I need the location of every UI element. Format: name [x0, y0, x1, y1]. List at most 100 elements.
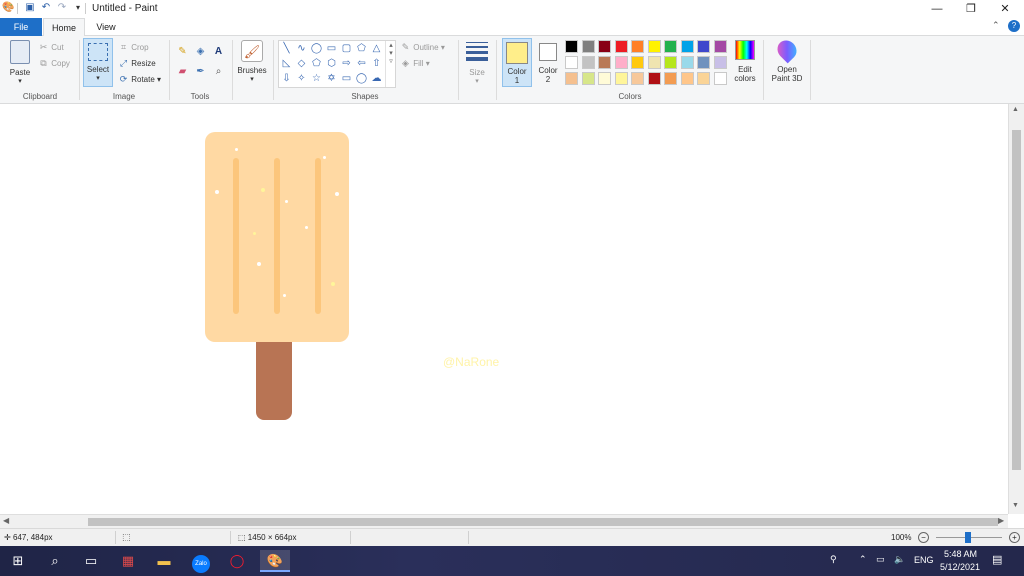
fill-bucket-icon[interactable]: ◈: [194, 45, 207, 58]
tab-file[interactable]: File: [0, 18, 42, 36]
open-paint3d-button[interactable]: Open Paint 3D: [768, 36, 806, 88]
callout-cloud-shape-icon[interactable]: ☁: [370, 72, 383, 85]
palette-swatch[interactable]: [614, 56, 628, 69]
clock-date[interactable]: 5/12/2021: [940, 562, 980, 572]
six-point-star-shape-icon[interactable]: ✡: [325, 72, 338, 85]
redo-icon[interactable]: ↷: [56, 2, 68, 14]
palette-swatch[interactable]: [713, 56, 727, 69]
oval-shape-icon[interactable]: ◯: [310, 42, 323, 55]
copy-button[interactable]: ⧉ Copy: [38, 57, 70, 69]
callout-rect-shape-icon[interactable]: ▭: [340, 72, 353, 85]
palette-swatch[interactable]: [565, 56, 578, 69]
speaker-icon[interactable]: 🔈: [894, 554, 905, 565]
brushes-button[interactable]: 🖌 Brushes ▾: [236, 40, 268, 88]
curve-shape-icon[interactable]: ∿: [295, 42, 308, 55]
palette-swatch[interactable]: [680, 40, 694, 53]
cut-button[interactable]: ✂ Cut: [38, 41, 64, 53]
rotate-button[interactable]: ⟳ Rotate ▾: [118, 73, 161, 85]
text-icon[interactable]: A: [212, 45, 225, 58]
drawing-canvas[interactable]: @NaRone: [0, 104, 1008, 514]
palette-swatch[interactable]: [664, 72, 677, 85]
triangle-shape-icon[interactable]: △: [370, 42, 383, 55]
five-point-star-shape-icon[interactable]: ☆: [310, 72, 323, 85]
left-arrow-shape-icon[interactable]: ⇦: [355, 57, 368, 70]
color1-button[interactable]: Color 1: [502, 38, 532, 87]
four-point-star-shape-icon[interactable]: ✧: [295, 72, 308, 85]
palette-swatch[interactable]: [598, 56, 611, 69]
palette-swatch[interactable]: [647, 40, 661, 53]
shapes-scroll[interactable]: ▴ ▾ ▿: [385, 41, 396, 87]
vertical-scrollbar[interactable]: ▲ ▼: [1008, 104, 1024, 514]
outline-button[interactable]: ✎ Outline ▾: [400, 41, 445, 53]
polygon-shape-icon[interactable]: ⬠: [355, 42, 368, 55]
palette-swatch[interactable]: [713, 72, 727, 85]
palette-swatch[interactable]: [614, 40, 628, 53]
down-arrow-shape-icon[interactable]: ⇩: [280, 72, 293, 85]
network-icon[interactable]: ▭: [876, 554, 885, 565]
store-icon[interactable]: ▦: [116, 550, 140, 572]
minimize-ribbon-icon[interactable]: ⌃: [992, 20, 1004, 32]
restore-button[interactable]: ❐: [954, 0, 988, 18]
palette-swatch[interactable]: [614, 72, 628, 85]
magnifier-icon[interactable]: ⌕: [212, 65, 225, 78]
vertical-scroll-thumb[interactable]: [1012, 130, 1021, 470]
scroll-up-icon[interactable]: ▲: [1012, 106, 1019, 113]
horizontal-scroll-thumb[interactable]: [88, 518, 998, 526]
tab-home[interactable]: Home: [43, 18, 85, 36]
search-icon[interactable]: ⌕: [43, 550, 67, 572]
color-picker-icon[interactable]: ✒: [194, 65, 207, 78]
color2-button[interactable]: Color 2: [535, 38, 561, 87]
undo-icon[interactable]: ↶: [40, 2, 52, 14]
select-button[interactable]: Select ▾: [83, 38, 113, 87]
zoom-in-button[interactable]: +: [1009, 532, 1020, 543]
line-shape-icon[interactable]: ╲: [280, 42, 293, 55]
palette-swatch[interactable]: [697, 56, 710, 69]
right-triangle-shape-icon[interactable]: ◺: [280, 57, 293, 70]
close-button[interactable]: ✕: [988, 0, 1022, 18]
palette-swatch[interactable]: [713, 40, 727, 53]
palette-swatch[interactable]: [680, 56, 694, 69]
hexagon-shape-icon[interactable]: ⬡: [325, 57, 338, 70]
size-button[interactable]: Size ▾: [464, 40, 490, 88]
palette-swatch[interactable]: [598, 72, 611, 85]
save-icon[interactable]: ▣: [24, 2, 36, 14]
horizontal-scrollbar[interactable]: ◀ ▶: [0, 514, 1008, 528]
palette-swatch[interactable]: [581, 40, 595, 53]
pentagon-shape-icon[interactable]: ⬠: [310, 57, 323, 70]
rectangle-shape-icon[interactable]: ▭: [325, 42, 338, 55]
pencil-icon[interactable]: ✎: [176, 45, 189, 58]
palette-swatch[interactable]: [697, 72, 710, 85]
fill-button[interactable]: ◈ Fill ▾: [400, 57, 430, 69]
resize-button[interactable]: ⤢ Resize: [118, 57, 156, 69]
scroll-down-icon[interactable]: ▼: [1012, 502, 1019, 509]
palette-swatch[interactable]: [631, 56, 644, 69]
zoom-slider-thumb[interactable]: [965, 532, 971, 543]
zalo-icon[interactable]: Zalo: [189, 550, 213, 573]
notifications-icon[interactable]: ▤: [992, 553, 1002, 566]
palette-swatch[interactable]: [697, 40, 710, 53]
eraser-icon[interactable]: ▰: [176, 65, 189, 78]
palette-swatch[interactable]: [581, 72, 595, 85]
customize-qat-icon[interactable]: ▾: [72, 2, 84, 14]
paint-taskbar-icon[interactable]: 🎨: [260, 550, 290, 572]
palette-swatch[interactable]: [581, 56, 595, 69]
edit-colors-button[interactable]: Edit colors: [732, 40, 758, 88]
opera-icon[interactable]: ◯: [225, 550, 249, 572]
scroll-left-icon[interactable]: ◀: [3, 516, 9, 525]
palette-swatch[interactable]: [565, 40, 578, 53]
palette-swatch[interactable]: [664, 40, 677, 53]
palette-swatch[interactable]: [647, 56, 661, 69]
palette-swatch[interactable]: [631, 72, 644, 85]
paste-button[interactable]: Paste ▾: [8, 40, 32, 88]
show-hidden-icons[interactable]: ⌃: [859, 554, 867, 565]
up-arrow-shape-icon[interactable]: ⇧: [370, 57, 383, 70]
right-arrow-shape-icon[interactable]: ⇨: [340, 57, 353, 70]
callout-oval-shape-icon[interactable]: ◯: [355, 72, 368, 85]
palette-swatch[interactable]: [680, 72, 694, 85]
tab-view[interactable]: View: [86, 18, 126, 36]
paint-app-icon[interactable]: 🎨: [2, 2, 14, 14]
rounded-rectangle-shape-icon[interactable]: ▢: [340, 42, 353, 55]
palette-swatch[interactable]: [664, 56, 677, 69]
clock-time[interactable]: 5:48 AM: [944, 549, 977, 559]
file-explorer-icon[interactable]: ▬: [152, 550, 176, 572]
